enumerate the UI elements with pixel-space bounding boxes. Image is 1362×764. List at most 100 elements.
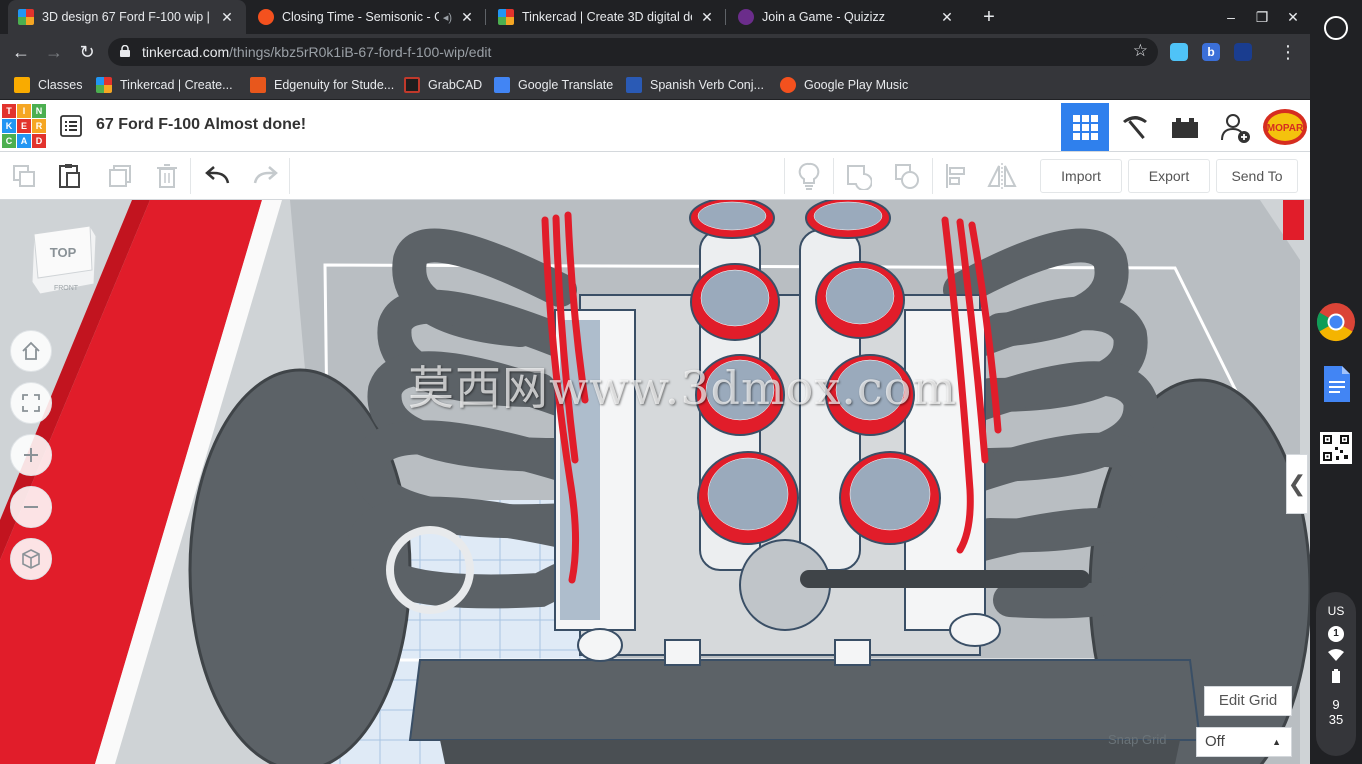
redo-button[interactable] (249, 160, 281, 192)
home-view-button[interactable] (10, 330, 52, 372)
chrome-app-icon[interactable] (1316, 302, 1356, 342)
design-list-icon[interactable] (60, 115, 82, 137)
user-avatar[interactable]: MOPAR (1261, 103, 1309, 151)
google-translate-icon (494, 77, 510, 93)
bricks-button[interactable] (1161, 103, 1209, 151)
chromeos-shelf: US 1 9 35 (1310, 0, 1362, 764)
tab-3d-design[interactable]: 3D design 67 Ford F-100 wip | Ti ✕ (8, 0, 246, 34)
design-title[interactable]: 67 Ford F-100 Almost done! (96, 116, 306, 134)
close-icon[interactable]: ✕ (218, 9, 236, 26)
bookmark-spanish-verb[interactable]: Spanish Verb Conj... (626, 76, 764, 94)
browser-toolbar: ← → ↻ tinkercad.com/things/kbz5rR0k1iB-6… (0, 34, 1310, 70)
bookmark-star-icon[interactable]: ☆ (1133, 41, 1148, 61)
logo-letter: E (17, 119, 31, 133)
grabcad-icon (404, 77, 420, 93)
fit-icon (22, 394, 40, 412)
extension-icon[interactable] (1234, 43, 1252, 61)
tinkercad-grid-icon (18, 9, 34, 25)
url-text: tinkercad.com/things/kbz5rR0k1iB-67-ford… (142, 44, 491, 60)
tab-quizizz[interactable]: Join a Game - Quizizz ✕ (728, 0, 966, 34)
tab-tinkercad-create[interactable]: Tinkercad | Create 3D digital des ✕ (488, 0, 726, 34)
new-tab-button[interactable]: + (978, 6, 1000, 28)
logo-letter: R (32, 119, 46, 133)
chevron-left-icon: ❮ (1287, 471, 1307, 496)
zoom-out-button[interactable] (10, 486, 52, 528)
notification-count: 1 (1328, 626, 1344, 642)
tinkercad-header: T I N K E R C A D 67 Ford F-100 Almost d… (0, 100, 1310, 152)
group-icon (847, 165, 872, 190)
google-docs-icon[interactable] (1316, 364, 1356, 404)
clock-hour: 9 (1332, 697, 1340, 712)
qr-code-icon[interactable] (1316, 428, 1356, 468)
snap-grid-select[interactable]: Off ▲ (1196, 727, 1292, 757)
close-icon[interactable]: ✕ (938, 9, 956, 26)
address-bar[interactable]: tinkercad.com/things/kbz5rR0k1iB-67-ford… (108, 38, 1158, 66)
logo-letter: K (2, 119, 16, 133)
wifi-icon (1328, 649, 1344, 661)
chrome-menu-icon[interactable]: ⋮ (1276, 40, 1300, 64)
lightbulb-icon (798, 162, 820, 190)
bookmark-tinkercad[interactable]: Tinkercad | Create... (96, 76, 233, 94)
mopar-avatar-icon: MOPAR (1263, 109, 1307, 145)
align-button[interactable] (940, 160, 972, 192)
bookmark-edgenuity[interactable]: Edgenuity for Stude... (250, 76, 394, 94)
bookmark-google-translate[interactable]: Google Translate (494, 76, 613, 94)
3d-engine-model[interactable] (0, 200, 1310, 764)
google-play-music-icon (780, 77, 796, 93)
import-button[interactable]: Import (1040, 159, 1122, 193)
group-button[interactable] (842, 160, 874, 192)
speaker-icon[interactable]: ◂) (443, 11, 452, 24)
redo-icon (253, 166, 278, 184)
duplicate-button[interactable] (104, 160, 136, 192)
undo-button[interactable] (202, 160, 234, 192)
bookmark-grabcad[interactable]: GrabCAD (404, 76, 482, 94)
back-button[interactable]: ← (9, 40, 33, 64)
zoom-in-button[interactable] (10, 434, 52, 476)
tinkercad-grid-icon (96, 77, 112, 93)
reload-button[interactable]: ↻ (75, 40, 99, 64)
bookmark-label: GrabCAD (428, 78, 483, 92)
bookmark-google-play-music[interactable]: Google Play Music (780, 76, 908, 94)
view-cube[interactable]: TOP FRONT (30, 224, 98, 300)
ungroup-button[interactable] (891, 160, 923, 192)
battery-icon (1332, 669, 1340, 683)
3d-view-button[interactable] (1061, 103, 1109, 151)
notes-button[interactable] (793, 160, 825, 192)
close-icon[interactable]: ✕ (698, 9, 716, 26)
send-to-button[interactable]: Send To (1216, 159, 1298, 193)
forward-button[interactable]: → (42, 40, 66, 64)
paste-button[interactable] (54, 160, 86, 192)
tinkercad-logo[interactable]: T I N K E R C A D (2, 104, 46, 148)
status-tray[interactable]: US 1 9 35 (1316, 592, 1356, 756)
edit-toolbar: Import Export Send To (0, 152, 1310, 200)
minimize-button[interactable]: – (1220, 6, 1242, 28)
clock-minute: 35 (1328, 712, 1344, 727)
launcher-button[interactable] (1324, 16, 1348, 40)
close-icon[interactable]: ✕ (458, 9, 476, 26)
tab-title: Closing Time - Semisonic - G (282, 10, 439, 24)
export-button[interactable]: Export (1128, 159, 1210, 193)
copy-button[interactable] (8, 160, 40, 192)
perspective-button[interactable] (10, 538, 52, 580)
bitly-extension-icon[interactable]: b (1202, 43, 1220, 61)
logo-letter: A (17, 134, 31, 148)
cube-icon (22, 549, 40, 569)
codeblocks-button[interactable] (1111, 103, 1159, 151)
maximize-button[interactable]: ❐ (1251, 6, 1273, 28)
edit-grid-button[interactable]: Edit Grid (1204, 686, 1292, 716)
mirror-button[interactable] (986, 160, 1018, 192)
delete-button[interactable] (151, 160, 183, 192)
shapes-panel-toggle[interactable]: ❮ (1286, 454, 1308, 514)
tab-title: Tinkercad | Create 3D digital des (522, 10, 692, 24)
viewcube-front-label: FRONT (54, 285, 79, 292)
bookmark-classes[interactable]: Classes (14, 76, 82, 94)
add-user-button[interactable] (1211, 103, 1259, 151)
drive-extension-icon[interactable] (1170, 43, 1188, 61)
snap-grid-value: Off (1205, 733, 1225, 750)
google-classroom-icon (14, 77, 30, 93)
workplane-canvas[interactable]: 莫西网www.3dmox.com TOP FRONT ❮ Edit Grid S… (0, 200, 1310, 764)
fit-view-button[interactable] (10, 382, 52, 424)
tab-closing-time[interactable]: Closing Time - Semisonic - G ◂) ✕ (248, 0, 486, 34)
close-window-button[interactable]: ✕ (1282, 6, 1304, 28)
bookmark-label: Tinkercad | Create... (120, 78, 233, 92)
